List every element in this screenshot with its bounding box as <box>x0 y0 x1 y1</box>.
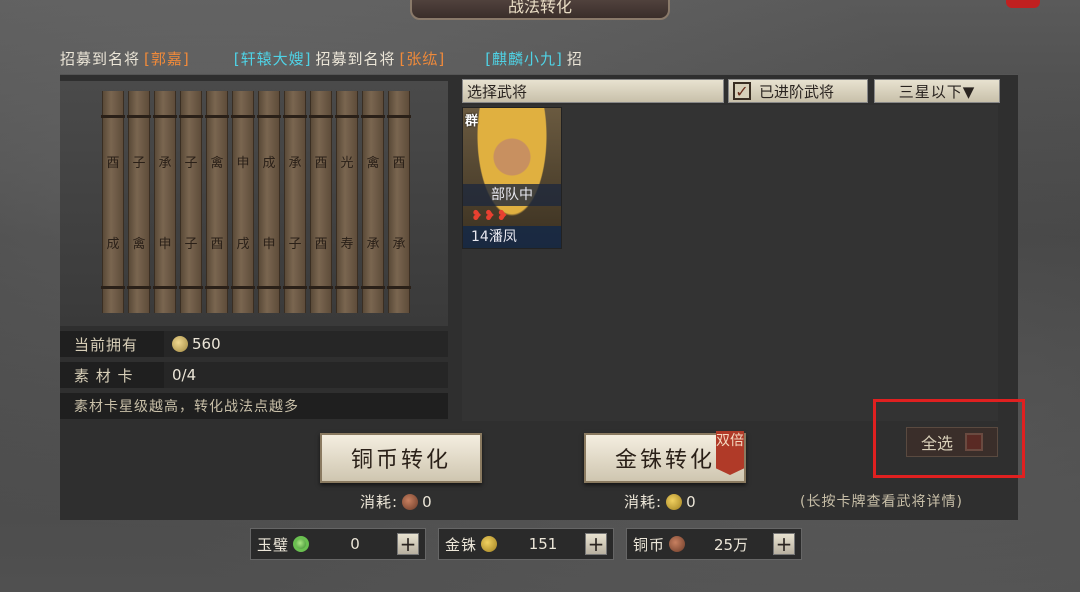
jade-icon <box>293 536 310 552</box>
add-gold-button[interactable]: + <box>585 533 607 555</box>
bamboo-slip: 承申 <box>153 91 177 313</box>
currency-jade: 玉璧 0 + <box>250 528 426 560</box>
material-hint: 素材卡星级越高，转化战法点越多 <box>60 393 448 419</box>
check-icon: ✓ <box>733 82 751 101</box>
deploy-status: 部队中 <box>463 184 561 206</box>
marquee-seg: [郭嘉] <box>144 49 190 68</box>
add-copper-button[interactable]: + <box>773 533 795 555</box>
bamboo-slip: 禽承 <box>361 91 385 313</box>
general-card[interactable]: 群 部队中 ❥❥❥ 14潘凤 <box>462 107 562 249</box>
bamboo-scroll-display: 酉成 子禽 承申 子子 禽酉 申戌 成申 承子 酉酉 光寿 禽承 酉承 <box>60 81 448 326</box>
marquee-seg: 招募到名将 <box>315 49 396 68</box>
copper-convert-button[interactable]: 铜币转化 <box>320 433 482 483</box>
faction-badge: 群 <box>465 114 479 129</box>
bamboo-slip: 禽酉 <box>205 91 229 313</box>
star-filter-dropdown[interactable]: 三星以下▼ <box>874 79 1000 103</box>
bamboo-slip: 酉成 <box>101 91 125 313</box>
general-name: 14潘凤 <box>463 226 561 248</box>
bamboo-slip: 光寿 <box>335 91 359 313</box>
bamboo-slip: 酉承 <box>387 91 411 313</box>
marquee-seg: [张纮] <box>399 49 446 68</box>
bamboo-slip: 承子 <box>283 91 307 313</box>
select-general-label: 选择武将 <box>462 79 724 103</box>
marquee-seg: [轩辕大嫂] <box>233 49 312 68</box>
gold-coin-icon <box>666 493 683 510</box>
gold-coin-icon <box>481 536 498 552</box>
owned-label: 当前拥有 <box>60 331 164 357</box>
material-row: 素 材 卡 0/4 <box>60 362 448 388</box>
highlight-frame <box>873 399 1025 478</box>
currency-copper: 铜币 25万 + <box>626 528 802 560</box>
currency-gold: 金铢 151 + <box>438 528 614 560</box>
tactic-point-icon <box>172 336 188 352</box>
bamboo-slip: 申戌 <box>231 91 255 313</box>
double-badge: 双倍 <box>716 431 744 475</box>
marquee-seg: 招 <box>566 49 583 68</box>
recruit-marquee: 招募到名将 [郭嘉] [轩辕大嫂] 招募到名将 [张纮] [麒麟小九] 招 <box>60 46 1020 70</box>
bamboo-slip: 子子 <box>179 91 203 313</box>
advanced-filter-label: 已进阶武将 <box>759 82 835 101</box>
marquee-seg: 招募到名将 <box>60 49 141 68</box>
copper-coin-icon <box>402 493 419 510</box>
material-value: 0/4 <box>164 362 448 388</box>
bamboo-slip: 子禽 <box>127 91 151 313</box>
hold-card-hint: (长按卡牌查看武将详情) <box>800 494 963 510</box>
close-corner[interactable] <box>1006 0 1040 8</box>
gold-cost: 消耗: 0 <box>624 492 696 512</box>
advanced-filter-checkbox[interactable]: ✓ 已进阶武将 <box>728 79 868 103</box>
bamboo-slip: 酉酉 <box>309 91 333 313</box>
add-jade-button[interactable]: + <box>397 533 419 555</box>
star-rating: ❥❥❥ <box>471 208 510 224</box>
bamboo-slip: 成申 <box>257 91 281 313</box>
material-label: 素 材 卡 <box>60 362 164 388</box>
marquee-seg: [麒麟小九] <box>485 49 563 68</box>
owned-row: 当前拥有 560 <box>60 331 448 357</box>
copper-cost: 消耗: 0 <box>360 492 432 512</box>
copper-coin-icon <box>669 536 686 552</box>
owned-value: 560 <box>164 331 448 357</box>
window-title: 战法转化 <box>410 0 670 20</box>
